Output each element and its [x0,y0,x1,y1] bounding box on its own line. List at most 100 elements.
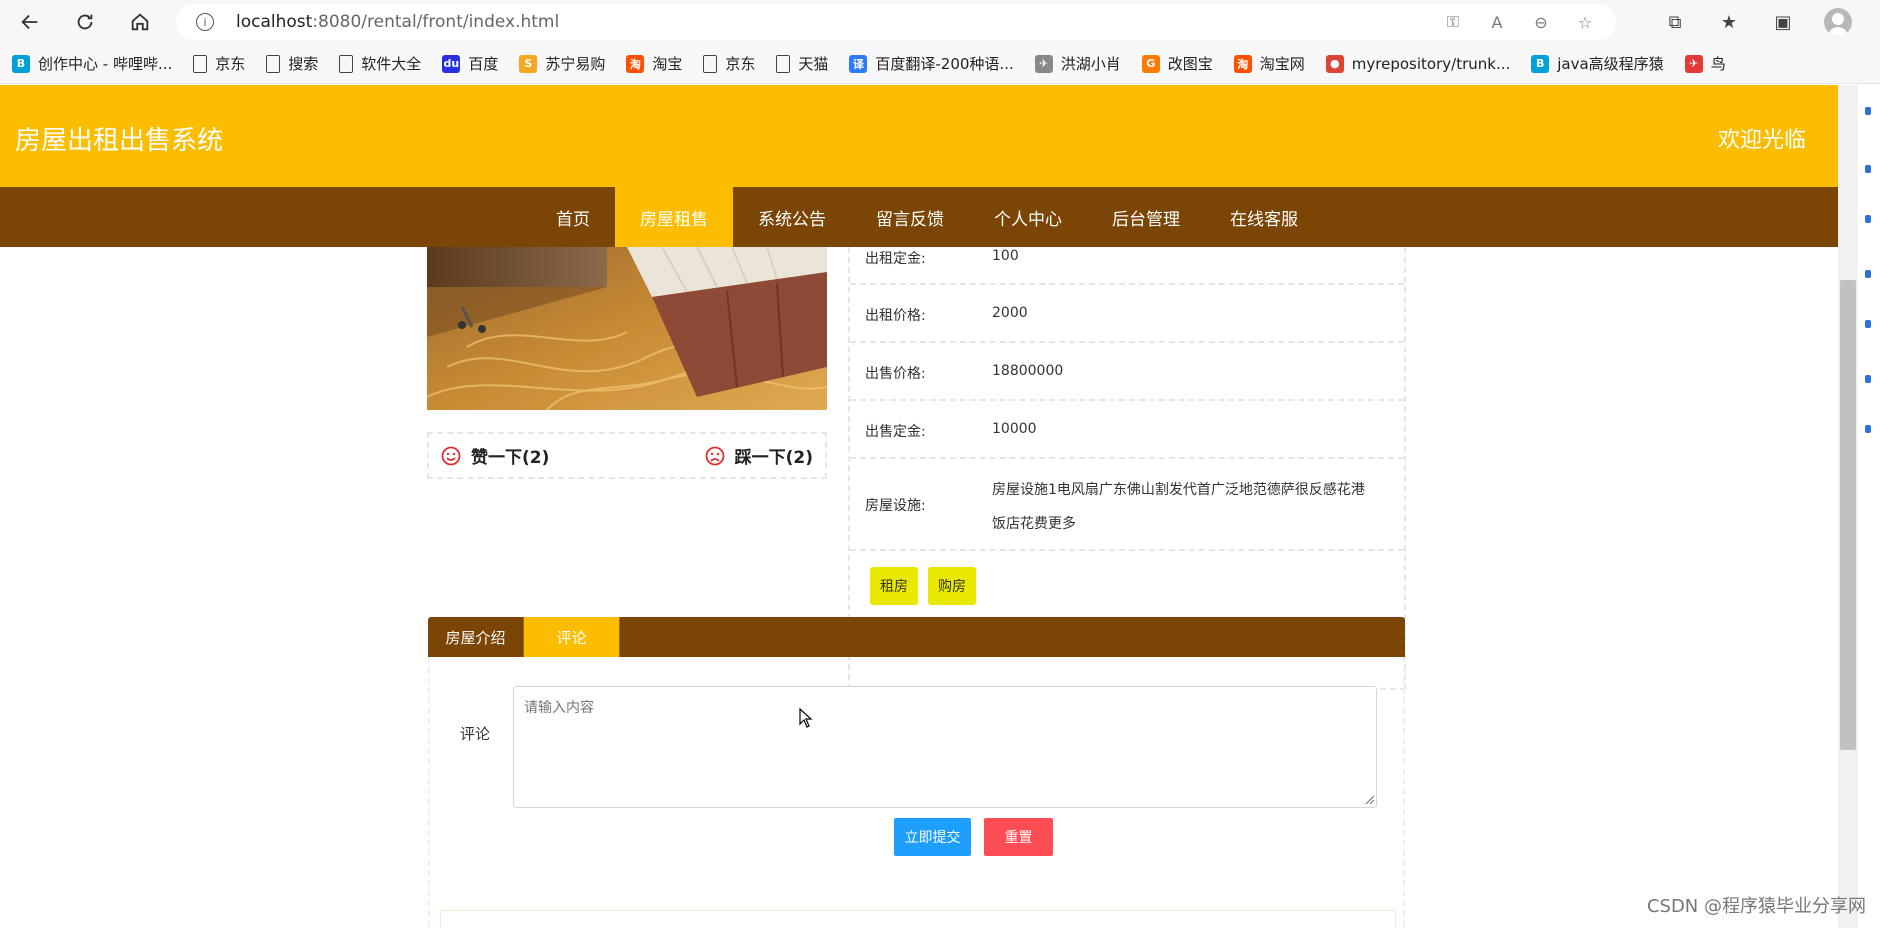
bilibili-icon: B [12,54,30,73]
dislike-label: 踩一下(2) [734,448,813,468]
comment-panel: 评论 立即提交 重置 [428,657,1405,928]
frown-icon [705,446,725,465]
suning-icon: S [519,54,538,73]
watermark-text: CSDN @程序猿毕业分享网 [1646,896,1866,917]
detail-label: 出售定金: [865,424,926,440]
bookmark-item[interactable]: B 创作中心 - 哔哩哔... [12,53,172,74]
address-bar[interactable]: i localhost:8080/rental/front/index.html… [176,4,1616,40]
bookmark-label: 淘宝 [652,55,683,73]
read-aloud-icon[interactable]: A [1486,11,1508,33]
buy-button[interactable]: 购房 [928,567,976,605]
home-icon [131,13,149,31]
bookmark-item[interactable]: 京东 [703,53,755,74]
back-button[interactable] [12,4,48,40]
bookmark-label: 鸟 [1710,55,1726,73]
comment-input[interactable] [513,686,1377,808]
profile-avatar-icon[interactable] [1824,8,1852,36]
bookmark-item[interactable]: 天猫 [776,53,828,74]
resize-grip-icon[interactable] [1364,794,1374,804]
url-path: :8080/rental/front/index.html [312,12,560,32]
bookmark-item[interactable]: S 苏宁易购 [519,53,605,74]
url-host: localhost [236,12,313,32]
bookmark-label: 京东 [725,55,756,73]
page-icon [703,54,718,73]
extensions-icon[interactable]: ⧉ [1662,9,1688,35]
bookmark-item[interactable]: ✈ 鸟 [1684,53,1726,74]
bookmark-label: 淘宝网 [1259,55,1305,73]
submit-button[interactable]: 立即提交 [894,818,971,856]
detail-label: 房屋设施: [865,498,926,514]
bookmark-label: 百度 [468,55,499,73]
detail-label: 出租定金: [865,251,926,267]
favorites-icon[interactable]: ★ [1716,9,1742,35]
bookmark-label: 京东 [215,55,246,73]
bookmark-item[interactable]: G 改图宝 [1141,53,1213,74]
taobao-icon: 淘 [1233,54,1252,73]
bookmark-label: java高级程序猿 [1557,55,1664,73]
bookmark-item[interactable]: ✈ 洪湖小肖 [1034,53,1121,74]
dislike-button[interactable]: 踩一下(2) [705,443,813,468]
bookmark-item[interactable]: 淘淘宝网 [1233,53,1305,74]
key-icon[interactable]: ⚿ [1442,11,1464,33]
detail-value: 10000 [992,421,1037,437]
arrow-left-icon [21,14,38,30]
bird-icon: ✈ [1034,54,1053,73]
reload-button[interactable] [67,4,103,40]
detail-label: 出售价格: [865,366,926,382]
bookmark-item[interactable]: 软件大全 [339,53,421,74]
bookmark-label: 苏宁易购 [545,55,606,73]
detail-value: 2000 [992,305,1028,321]
page-icon [193,54,208,73]
room-photo-illustration [427,247,827,410]
room-photo [427,247,827,410]
browser-toolbar: i localhost:8080/rental/front/index.html… [0,0,1880,44]
favorite-add-icon[interactable]: ☆ [1574,11,1596,33]
main-nav: 首页 房屋租售 系统公告 留言反馈 个人中心 后台管理 在线客服 [0,187,1838,247]
page-icon [776,54,791,73]
nav-item[interactable]: 系统公告 [733,187,851,247]
nav-item[interactable]: 首页 [531,187,615,247]
bird-icon: ✈ [1684,54,1703,73]
zoom-out-icon[interactable]: ⊖ [1530,11,1552,33]
nav-item[interactable]: 留言反馈 [851,187,969,247]
comment-label: 评论 [460,725,491,743]
like-button[interactable]: 赞一下(2) [441,443,549,468]
bookmark-item[interactable]: Bjava高级程序猿 [1531,53,1664,74]
page-viewport: 房屋出租出售系统 欢迎光临 首页 房屋租售 系统公告 留言反馈 个人中心 后台管理 在线客服 [0,85,1838,928]
site-title[interactable]: 房屋出租出售系统 [15,120,223,157]
reset-button[interactable]: 重置 [984,818,1053,856]
bookmark-item[interactable]: du 百度 [442,53,498,74]
bookmark-item[interactable]: 译百度翻译-200种语... [849,53,1014,74]
smile-icon [441,446,461,465]
bilibili-icon: B [1531,54,1550,73]
tab-comments[interactable]: 评论 [524,617,620,657]
bookmark-item[interactable]: 京东 [193,53,245,74]
nav-item[interactable]: 后台管理 [1087,187,1205,247]
nav-item[interactable]: 在线客服 [1205,187,1323,247]
bookmark-item[interactable]: 淘淘宝 [626,53,682,74]
detail-label: 出租价格: [865,308,926,324]
bookmark-label: 创作中心 - 哔哩哔... [38,55,173,73]
scrollbar-thumb[interactable] [1840,280,1856,750]
url-text[interactable]: localhost:8080/rental/front/index.html [236,12,559,32]
collections-icon[interactable]: ▣ [1770,9,1796,35]
detail-row-sale-price: 出售价格: 18800000 [850,343,1404,401]
detail-value: 18800000 [992,363,1064,379]
page-scrollbar[interactable] [1838,85,1858,928]
detail-row-sale-deposit: 出售定金: 10000 [850,401,1404,459]
comment-list-box [440,910,1396,928]
nav-item[interactable]: 房屋租售 [615,187,733,247]
nav-item[interactable]: 个人中心 [969,187,1087,247]
bookmark-label: 百度翻译-200种语... [875,55,1014,73]
home-button[interactable] [122,4,158,40]
info-icon[interactable]: i [196,13,214,31]
bookmark-label: 天猫 [798,55,829,73]
like-label: 赞一下(2) [471,448,550,468]
bookmark-item[interactable]: 搜索 [266,53,318,74]
tab-house-intro[interactable]: 房屋介绍 [428,617,524,657]
detail-row-rent-deposit: 出租定金: 100 [850,247,1404,285]
chrome-icon: ● [1325,54,1344,73]
site-header: 房屋出租出售系统 欢迎光临 [0,85,1838,187]
rent-button[interactable]: 租房 [870,567,918,605]
bookmark-item[interactable]: ● myrepository/trunk... [1325,54,1510,73]
